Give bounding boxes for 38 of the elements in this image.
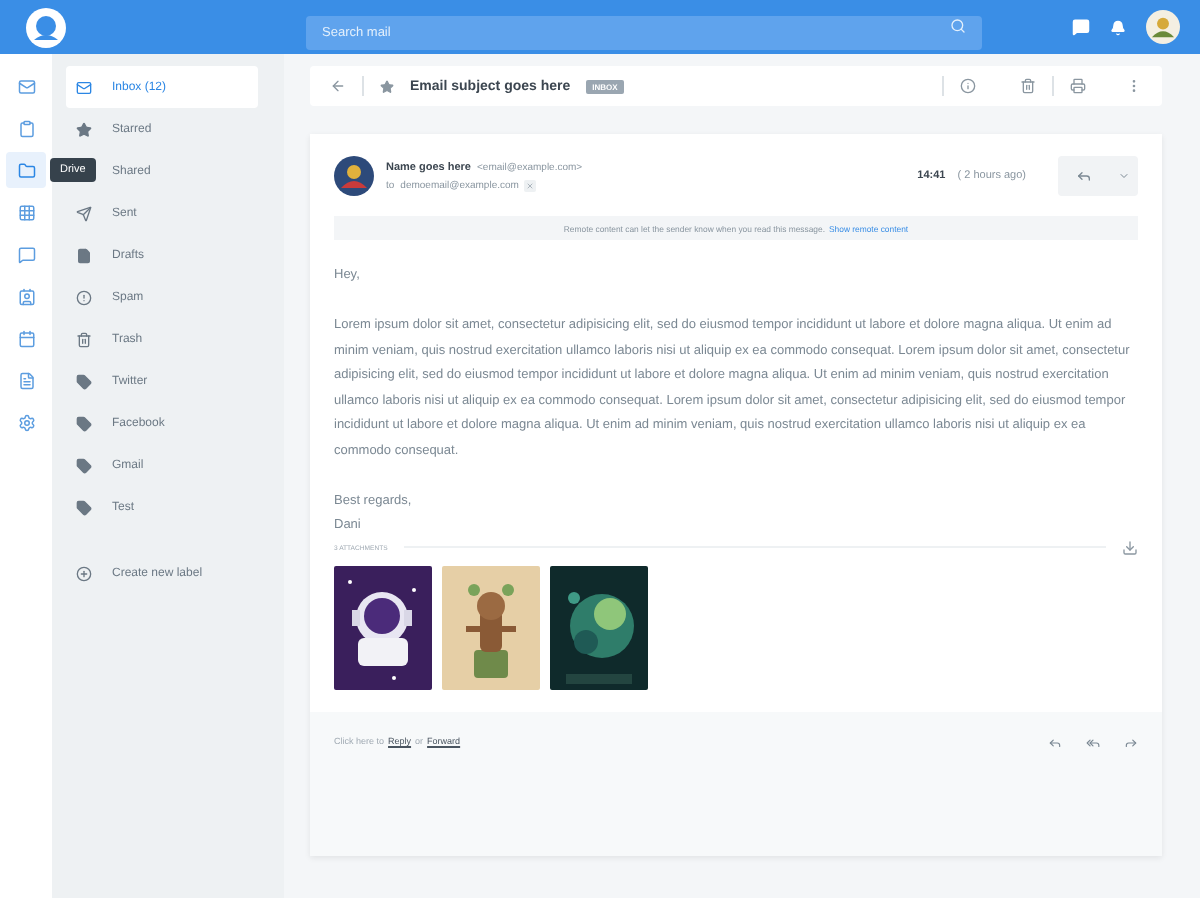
info-icon[interactable]	[960, 78, 976, 94]
chat-icon[interactable]	[1072, 18, 1090, 36]
calendar-icon	[17, 329, 35, 347]
contact-icon	[17, 287, 35, 305]
print-icon[interactable]	[1070, 78, 1086, 94]
send-icon	[76, 205, 92, 221]
settings-icon	[17, 413, 35, 431]
reply-icon	[1076, 168, 1092, 184]
plus-icon	[76, 565, 92, 581]
mail-icon	[76, 79, 92, 95]
download-icon[interactable]	[1122, 539, 1138, 555]
tag-icon	[76, 415, 92, 431]
tag-icon	[76, 373, 92, 389]
chat-icon	[17, 245, 35, 263]
user-avatar[interactable]	[1146, 10, 1180, 44]
bell-icon[interactable]	[1110, 19, 1126, 35]
search-icon[interactable]	[950, 18, 966, 34]
logo-icon[interactable]	[24, 5, 68, 49]
folder-icon	[17, 161, 35, 179]
tag-icon	[76, 457, 92, 473]
reply-icon[interactable]	[1048, 736, 1062, 750]
forward-icon[interactable]	[1124, 736, 1138, 750]
star-icon[interactable]	[380, 79, 394, 93]
alert-icon	[76, 289, 92, 305]
tag-icon	[76, 499, 92, 515]
sender-avatar	[334, 156, 374, 196]
caret-icon	[1118, 170, 1130, 182]
document-icon	[17, 371, 35, 389]
grid-icon	[17, 203, 35, 221]
file-icon	[76, 247, 92, 263]
clipboard-icon	[17, 119, 35, 137]
mail-icon	[17, 77, 35, 95]
close-icon[interactable]	[524, 179, 537, 191]
reply-all-icon[interactable]	[1086, 736, 1100, 750]
star-icon	[76, 121, 92, 137]
back-icon[interactable]	[330, 78, 346, 94]
trash-icon[interactable]	[1020, 78, 1036, 94]
trash-icon	[76, 331, 92, 347]
